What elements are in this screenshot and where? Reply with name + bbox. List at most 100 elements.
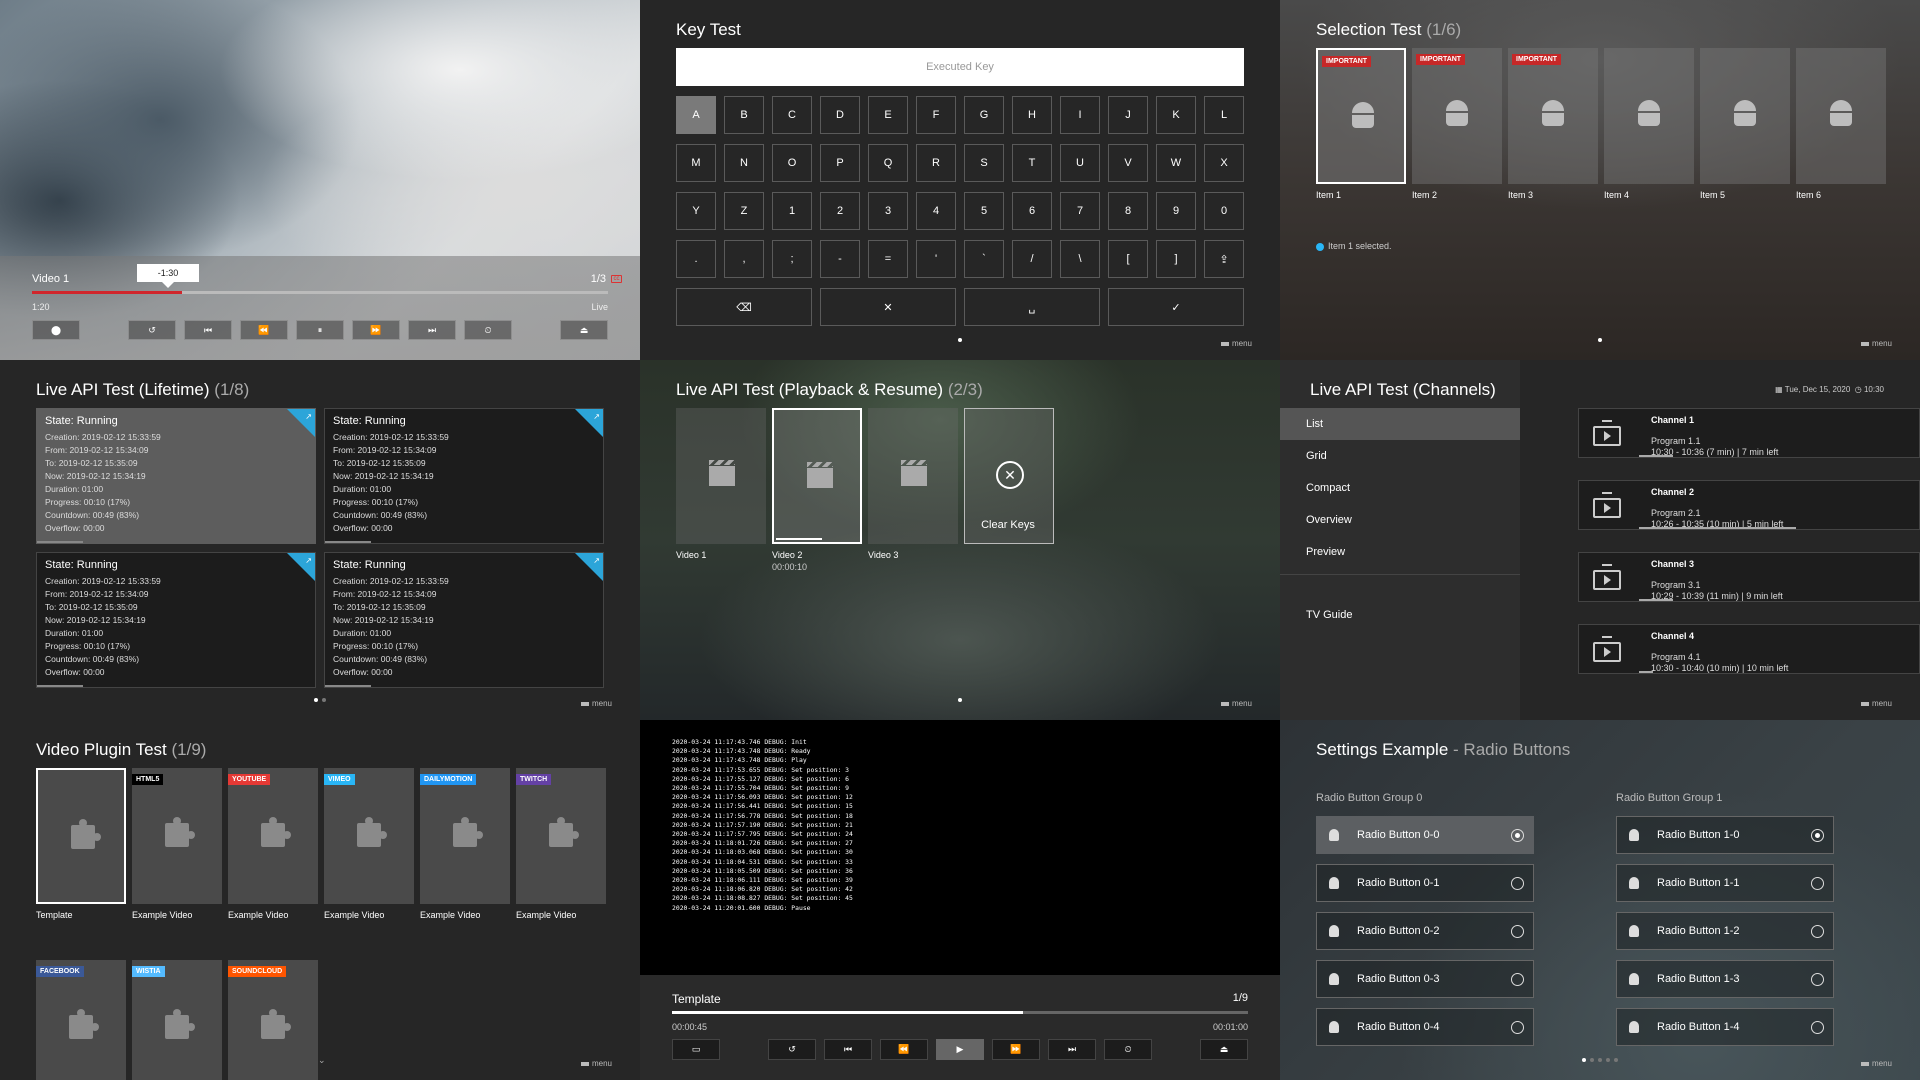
video-card[interactable] xyxy=(676,408,766,544)
sidebar-item-preview[interactable]: Preview xyxy=(1280,536,1520,568)
key-button[interactable]: O xyxy=(772,144,812,182)
key-button[interactable]: 5 xyxy=(964,192,1004,230)
key-button[interactable]: ' xyxy=(916,240,956,278)
key-button[interactable]: N xyxy=(724,144,764,182)
plugin-card[interactable]: FACEBOOK xyxy=(36,960,126,1080)
channel-row[interactable]: Channel 4 Program 4.1 10:30 - 10:40 (10 mi… xyxy=(1578,624,1920,674)
radio-button[interactable]: Radio Button 0-0 xyxy=(1316,816,1534,854)
sidebar-item-list[interactable]: List xyxy=(1280,408,1520,440)
key-button[interactable]: V xyxy=(1108,144,1148,182)
radio-button[interactable]: Radio Button 0-4 xyxy=(1316,1008,1534,1046)
key-button[interactable]: 6 xyxy=(1012,192,1052,230)
selection-card[interactable] xyxy=(1700,48,1790,184)
lifetime-card[interactable]: ↗ State: Running Creation: 2019-02-12 15:3… xyxy=(36,552,316,688)
radio-button[interactable]: Radio Button 1-1 xyxy=(1616,864,1834,902)
clear-key[interactable]: ✕ xyxy=(820,288,956,326)
key-button[interactable]: W xyxy=(1156,144,1196,182)
backspace-key[interactable]: ⌫ xyxy=(676,288,812,326)
key-button[interactable]: Z xyxy=(724,192,764,230)
pause-button[interactable]: ⏸ xyxy=(296,320,344,340)
key-button[interactable]: 2 xyxy=(820,192,860,230)
sidebar-item-grid[interactable]: Grid xyxy=(1280,440,1520,472)
key-button[interactable]: = xyxy=(868,240,908,278)
replay-button[interactable]: ↺ xyxy=(128,320,176,340)
key-button[interactable]: P xyxy=(820,144,860,182)
plugin-card[interactable]: YOUTUBE xyxy=(228,768,318,904)
seek-bar[interactable] xyxy=(32,291,608,294)
key-button[interactable]: G xyxy=(964,96,1004,134)
lifetime-card[interactable]: ↗ State: Running Creation: 2019-02-12 15:3… xyxy=(324,552,604,688)
plugin-card[interactable]: WISTIA xyxy=(132,960,222,1080)
skip-next-button[interactable]: ⏭ xyxy=(1048,1039,1096,1060)
key-button[interactable]: Q xyxy=(868,144,908,182)
clear-keys-button[interactable]: ✕ Clear Keys xyxy=(964,408,1054,544)
plugin-card[interactable]: DAILYMOTION xyxy=(420,768,510,904)
key-button[interactable]: S xyxy=(964,144,1004,182)
radio-button[interactable]: Radio Button 0-2 xyxy=(1316,912,1534,950)
radio-button[interactable]: Radio Button 1-4 xyxy=(1616,1008,1834,1046)
key-button[interactable]: 1 xyxy=(772,192,812,230)
key-button[interactable]: F xyxy=(916,96,956,134)
plugin-card[interactable]: SOUNDCLOUD xyxy=(228,960,318,1080)
space-key[interactable]: ␣ xyxy=(964,288,1100,326)
plugin-card[interactable]: HTML5 xyxy=(132,768,222,904)
sidebar-item-overview[interactable]: Overview xyxy=(1280,504,1520,536)
rewind-button[interactable]: ⏪ xyxy=(880,1039,928,1060)
lifetime-card[interactable]: ↗ State: Running Creation: 2019-02-12 15:3… xyxy=(324,408,604,544)
key-button[interactable]: 4 xyxy=(916,192,956,230)
selection-card[interactable] xyxy=(1796,48,1886,184)
key-button[interactable]: - xyxy=(820,240,860,278)
plugin-card[interactable]: TWITCH xyxy=(516,768,606,904)
key-button[interactable]: X xyxy=(1204,144,1244,182)
channel-row[interactable]: Channel 1 Program 1.1 10:30 - 10:36 (7 min… xyxy=(1578,408,1920,458)
sidebar-item-tv-guide[interactable]: TV Guide xyxy=(1280,599,1520,631)
seek-bar[interactable] xyxy=(672,1011,1248,1014)
key-button[interactable]: T xyxy=(1012,144,1052,182)
key-button[interactable]: L xyxy=(1204,96,1244,134)
key-button[interactable]: 9 xyxy=(1156,192,1196,230)
plugin-card[interactable]: VIMEO xyxy=(324,768,414,904)
fast-forward-button[interactable]: ⏩ xyxy=(992,1039,1040,1060)
replay-button[interactable]: ↺ xyxy=(768,1039,816,1060)
play-button[interactable]: ▶ xyxy=(936,1039,984,1060)
key-button[interactable]: . xyxy=(676,240,716,278)
radio-button[interactable]: Radio Button 1-0 xyxy=(1616,816,1834,854)
video-card[interactable] xyxy=(772,408,862,544)
key-button[interactable]: E xyxy=(868,96,908,134)
skip-previous-button[interactable]: ⏮ xyxy=(824,1039,872,1060)
key-button[interactable]: J xyxy=(1108,96,1148,134)
key-button[interactable]: M xyxy=(676,144,716,182)
timer-button[interactable]: ⏲ xyxy=(464,320,512,340)
record-button[interactable]: ⬤ xyxy=(32,320,80,340)
key-button[interactable]: 7 xyxy=(1060,192,1100,230)
key-button[interactable]: ` xyxy=(964,240,1004,278)
key-button[interactable]: I xyxy=(1060,96,1100,134)
rewind-button[interactable]: ⏪ xyxy=(240,320,288,340)
key-button[interactable]: C xyxy=(772,96,812,134)
key-button[interactable]: A xyxy=(676,96,716,134)
fast-forward-button[interactable]: ⏩ xyxy=(352,320,400,340)
channel-row[interactable]: Channel 3 Program 3.1 10:29 - 10:39 (11 mi… xyxy=(1578,552,1920,602)
key-button[interactable]: [ xyxy=(1108,240,1148,278)
selection-card[interactable]: IMPORTANT xyxy=(1316,48,1406,184)
selection-card[interactable]: IMPORTANT xyxy=(1412,48,1502,184)
channel-row[interactable]: Channel 2 Program 2.1 10:26 - 10:35 (10 mi… xyxy=(1578,480,1920,530)
timer-button[interactable]: ⏲ xyxy=(1104,1039,1152,1060)
key-button[interactable]: ; xyxy=(772,240,812,278)
eject-button[interactable]: ⏏ xyxy=(560,320,608,340)
radio-button[interactable]: Radio Button 1-2 xyxy=(1616,912,1834,950)
selection-card[interactable]: IMPORTANT xyxy=(1508,48,1598,184)
radio-button[interactable]: Radio Button 0-1 xyxy=(1316,864,1534,902)
key-button[interactable]: ⇪ xyxy=(1204,240,1244,278)
eject-button[interactable]: ⏏ xyxy=(1200,1039,1248,1060)
key-button[interactable]: K xyxy=(1156,96,1196,134)
radio-button[interactable]: Radio Button 0-3 xyxy=(1316,960,1534,998)
skip-previous-button[interactable]: ⏮ xyxy=(184,320,232,340)
key-button[interactable]: , xyxy=(724,240,764,278)
key-button[interactable]: \ xyxy=(1060,240,1100,278)
lifetime-card[interactable]: ↗ State: Running Creation: 2019-02-12 15:3… xyxy=(36,408,316,544)
key-button[interactable]: 0 xyxy=(1204,192,1244,230)
selection-card[interactable] xyxy=(1604,48,1694,184)
skip-next-button[interactable]: ⏭ xyxy=(408,320,456,340)
key-button[interactable]: R xyxy=(916,144,956,182)
